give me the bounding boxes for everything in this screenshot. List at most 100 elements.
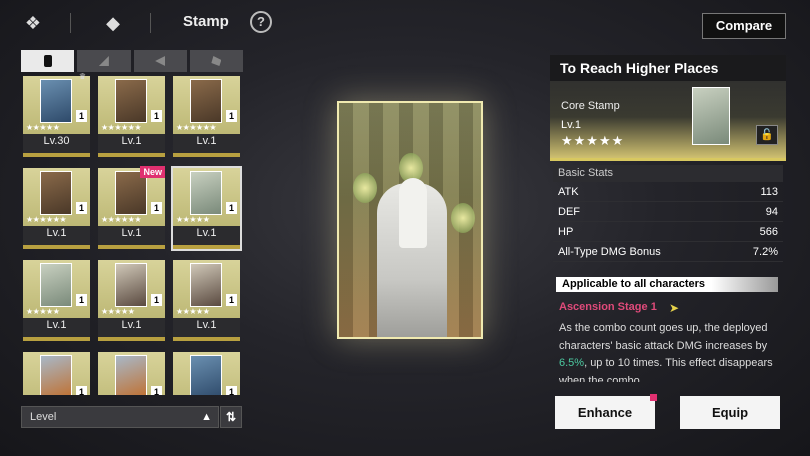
equip-button[interactable]: Equip: [680, 396, 780, 429]
notification-dot: [650, 394, 657, 401]
card-rarity-bar: [173, 153, 240, 157]
card-level: Lv.1: [121, 135, 142, 147]
stat-name: DEF: [558, 205, 580, 218]
card-level: Lv.1: [196, 227, 217, 239]
stamp-thumbnail: [692, 87, 730, 145]
stamp-level: Lv.1: [561, 119, 581, 131]
stamp-card[interactable]: ★★★★★1: [23, 352, 90, 395]
card-art: [190, 263, 222, 307]
new-badge: New: [140, 166, 165, 178]
card-rarity-bar: [23, 337, 90, 341]
stamp-card[interactable]: ★★★★★ 1 Lv.1: [23, 260, 90, 341]
divider: [70, 13, 71, 33]
card-stars: ★★★★★★: [26, 215, 67, 224]
card-level: Lv.30: [43, 135, 70, 147]
stamp-card[interactable]: ★★★★★ 1 Lv.1: [173, 260, 240, 341]
divider: [150, 13, 151, 33]
stamp-card[interactable]: ★★★★★★ 1 Lv.1: [98, 76, 165, 157]
card-count: 1: [76, 110, 87, 122]
card-level: Lv.1: [46, 319, 67, 331]
diamond-grid-icon[interactable]: ◆: [100, 10, 126, 36]
stat-value: 566: [759, 225, 778, 238]
card-count: 1: [151, 386, 162, 395]
tab-all[interactable]: [21, 50, 75, 72]
top-bar: ❖ ◆ Stamp ? Compare: [0, 0, 810, 44]
lantern-glow: [451, 203, 475, 233]
tab-type-3[interactable]: [189, 50, 243, 72]
card-art: [40, 171, 72, 215]
basic-stats: Basic Stats ATK 113 DEF 94 HP 566 All-Type …: [553, 165, 783, 262]
desc-text: , up to 10 times. This effect disappears…: [559, 357, 773, 382]
leaf-icon: [211, 56, 222, 66]
card-rarity-bar: [98, 245, 165, 249]
card-stars: ★★★★★★: [176, 123, 217, 132]
cursor-icon: ➤: [669, 301, 680, 315]
stamp-card[interactable]: ★★★★★1: [173, 352, 240, 395]
desc-text: As the combo count goes up, the deployed…: [559, 322, 768, 352]
square-icon: [43, 55, 52, 67]
card-rarity-bar: [173, 337, 240, 341]
card-art: [115, 355, 147, 395]
compare-button[interactable]: Compare: [702, 13, 786, 39]
stamp-card[interactable]: ★★★★★★ 1 Lv.1: [23, 168, 90, 249]
card-count: 1: [226, 110, 237, 122]
stat-name: ATK: [558, 185, 579, 198]
card-stars: ★★★★★: [176, 215, 210, 224]
sort-dropdown[interactable]: Level ▲: [21, 406, 219, 428]
stats-header: Basic Stats: [553, 165, 783, 182]
stat-name: All-Type DMG Bonus: [558, 245, 661, 258]
card-art: [115, 79, 147, 123]
filter-tabs: [21, 50, 243, 72]
stamp-card[interactable]: ★★★★★1: [98, 352, 165, 395]
stamp-preview-art: [337, 101, 483, 339]
tab-type-2[interactable]: [133, 50, 187, 72]
stat-name: HP: [558, 225, 574, 238]
card-level: Lv.1: [196, 135, 217, 147]
card-art: [40, 79, 72, 123]
sort-direction-icon[interactable]: ▲: [201, 411, 212, 423]
card-art: [190, 355, 222, 395]
card-rarity-bar: [173, 245, 240, 249]
effect-description[interactable]: As the combo count goes up, the deployed…: [559, 320, 783, 382]
card-level: Lv.1: [46, 227, 67, 239]
stat-row: DEF 94: [553, 202, 783, 222]
ascension-stage: Ascension Stage 1: [559, 301, 657, 313]
stamp-grid: ★★★★★ 1 Lv.30 ♛ ★★★★★★ 1 Lv.1 ★★★★★★ 1 Lv.1 ★★★★★★…: [21, 72, 243, 395]
card-count: 1: [151, 202, 162, 214]
help-icon[interactable]: ?: [250, 11, 272, 33]
sort-toggle-button[interactable]: ⇅: [220, 406, 242, 428]
card-art: [190, 171, 222, 215]
card-count: 1: [151, 110, 162, 122]
card-art: [190, 79, 222, 123]
stat-value: 7.2%: [752, 245, 778, 258]
card-rarity-bar: [98, 337, 165, 341]
sort-label: Level: [30, 411, 57, 423]
character-hair: [399, 178, 427, 248]
stamp-card[interactable]: ★★★★★★ 1 Lv.1: [173, 76, 240, 157]
stamp-card[interactable]: ★★★★★ 1 Lv.30 ♛: [23, 72, 90, 157]
card-rarity-bar: [98, 153, 165, 157]
card-level: Lv.1: [196, 319, 217, 331]
stat-row: All-Type DMG Bonus 7.2%: [553, 242, 783, 262]
card-count: 1: [76, 386, 87, 395]
crown-icon: ♛: [78, 72, 86, 81]
enhance-button[interactable]: Enhance: [555, 394, 657, 429]
stamp-stars: ★★★★★: [561, 133, 625, 148]
card-count: 1: [226, 294, 237, 306]
stat-value: 94: [765, 205, 778, 218]
card-count: 1: [226, 386, 237, 395]
page-title: Stamp: [183, 13, 229, 30]
stamp-card[interactable]: ★★★★★ 1 Lv.1: [98, 260, 165, 341]
card-art: [115, 263, 147, 307]
lock-icon[interactable]: 🔓: [756, 125, 778, 145]
stamp-detail-header: To Reach Higher Places Core Stamp Lv.1 ★…: [550, 55, 786, 161]
tab-type-1[interactable]: [77, 50, 131, 72]
card-count: 1: [226, 202, 237, 214]
stamp-card[interactable]: ★★★★★★ 1 Lv.1 New: [98, 166, 165, 249]
arrow-left-icon: [155, 56, 166, 66]
stamp-inventory: ★★★★★ 1 Lv.30 ♛ ★★★★★★ 1 Lv.1 ★★★★★★ 1 Lv.1 ★★★★★★…: [21, 50, 243, 395]
card-stars: ★★★★★★: [101, 215, 142, 224]
layers-icon[interactable]: ❖: [20, 10, 46, 36]
stamp-card[interactable]: ★★★★★ 1 Lv.1: [171, 166, 242, 251]
card-stars: ★★★★★: [176, 307, 210, 316]
